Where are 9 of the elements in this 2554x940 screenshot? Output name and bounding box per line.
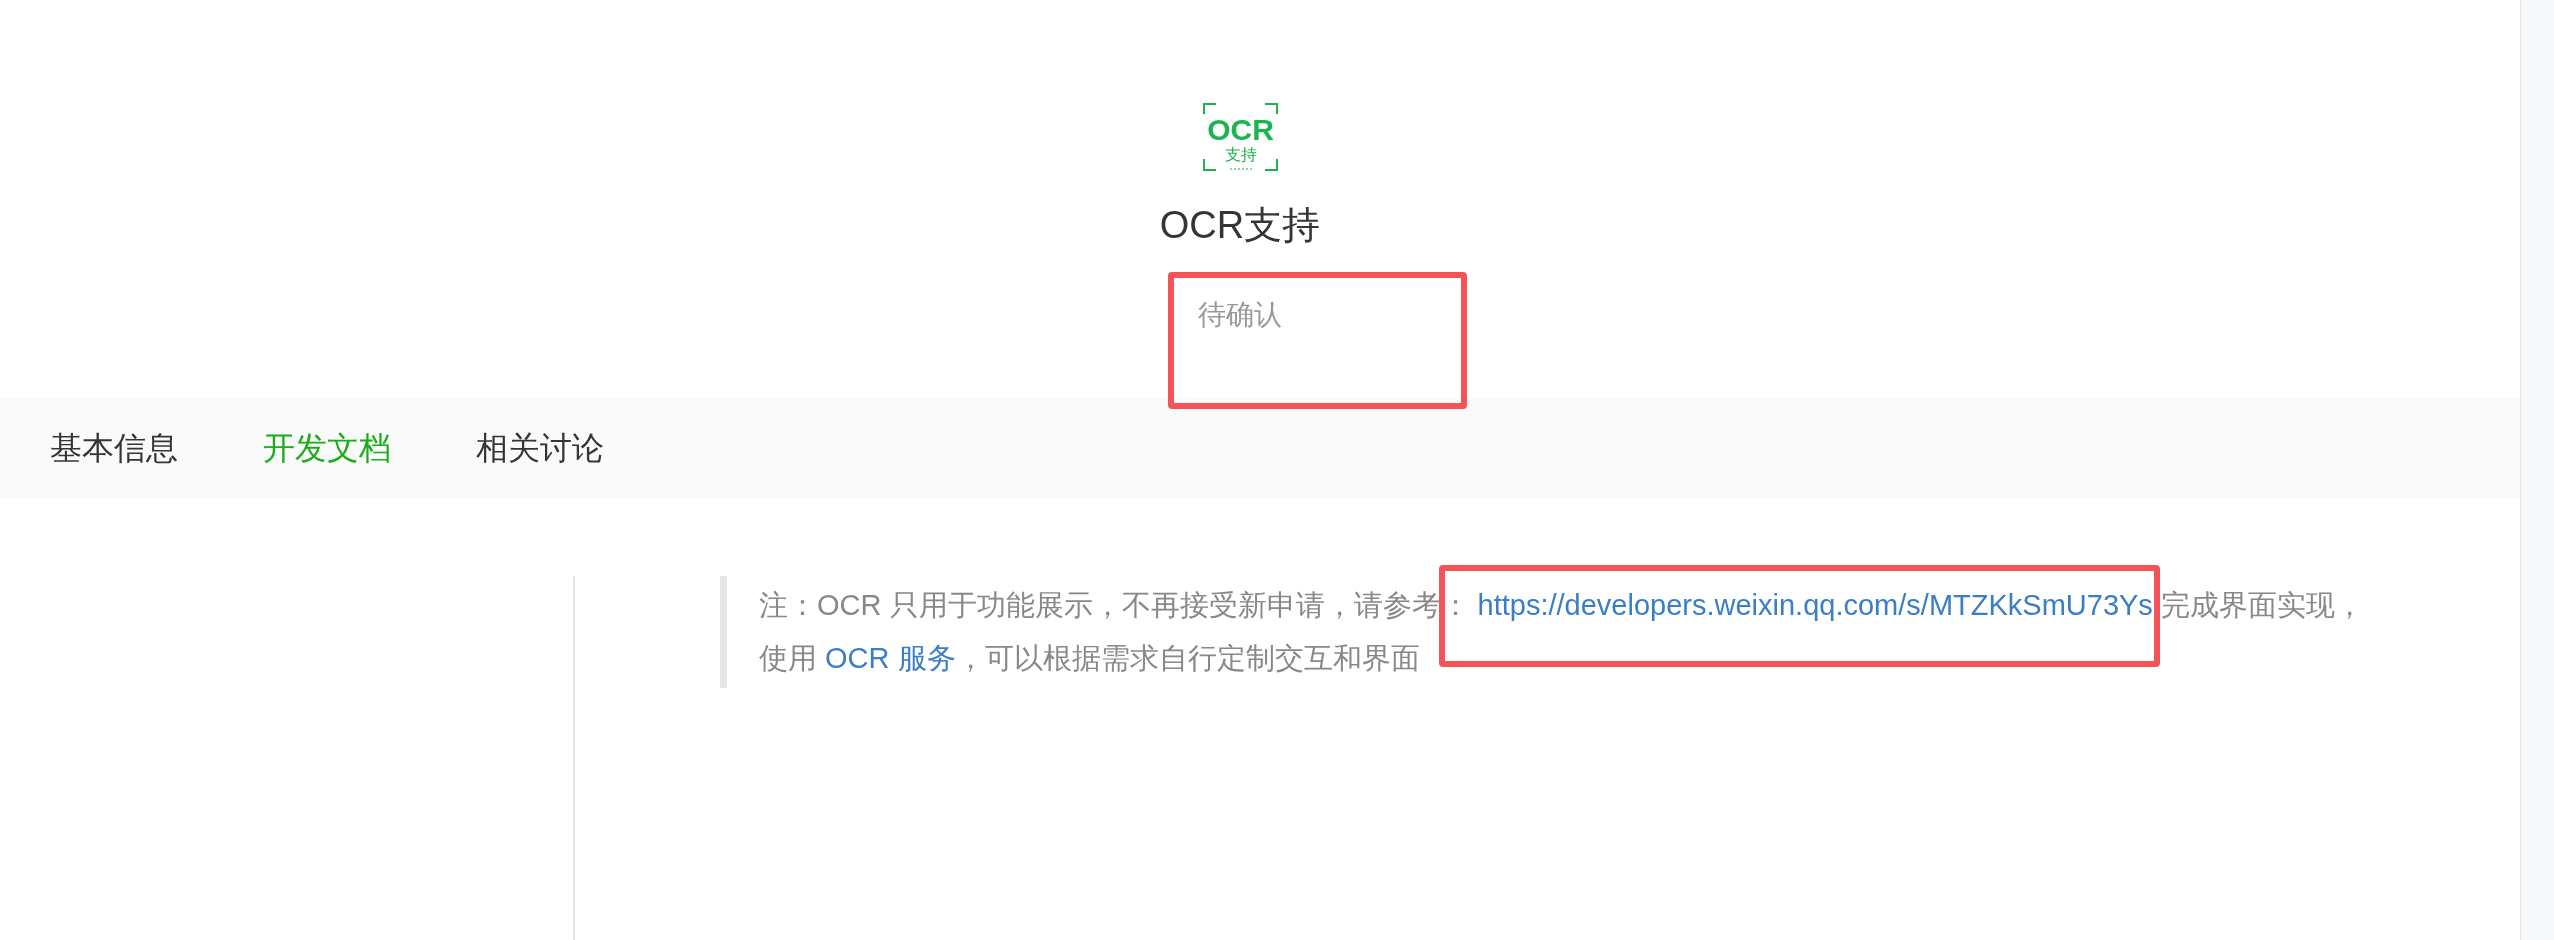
app-logo: OCR 支持 [1202, 103, 1278, 171]
status-text: 待确认 [1198, 298, 1282, 332]
tab[interactable]: 开发文档 [263, 427, 391, 468]
link[interactable]: OCR 服务 [825, 642, 956, 674]
link[interactable]: https://developers.weixin.qq.com/s/MTZKkSmU73Ys [1477, 589, 2153, 621]
note-text: 注：OCR 只用于功能展示，不再接受新申请，请参考： https://developers.weixin.qq.com/s/MTZKkSmU73Ys 完成界面实现，使用 OCR 服务，可以根据需求自行定制交互和界面 [759, 579, 2377, 685]
tab[interactable]: 基本信息 [50, 427, 178, 468]
page-title: OCR支持 [1159, 203, 1321, 248]
tab[interactable]: 相关讨论 [476, 427, 604, 468]
